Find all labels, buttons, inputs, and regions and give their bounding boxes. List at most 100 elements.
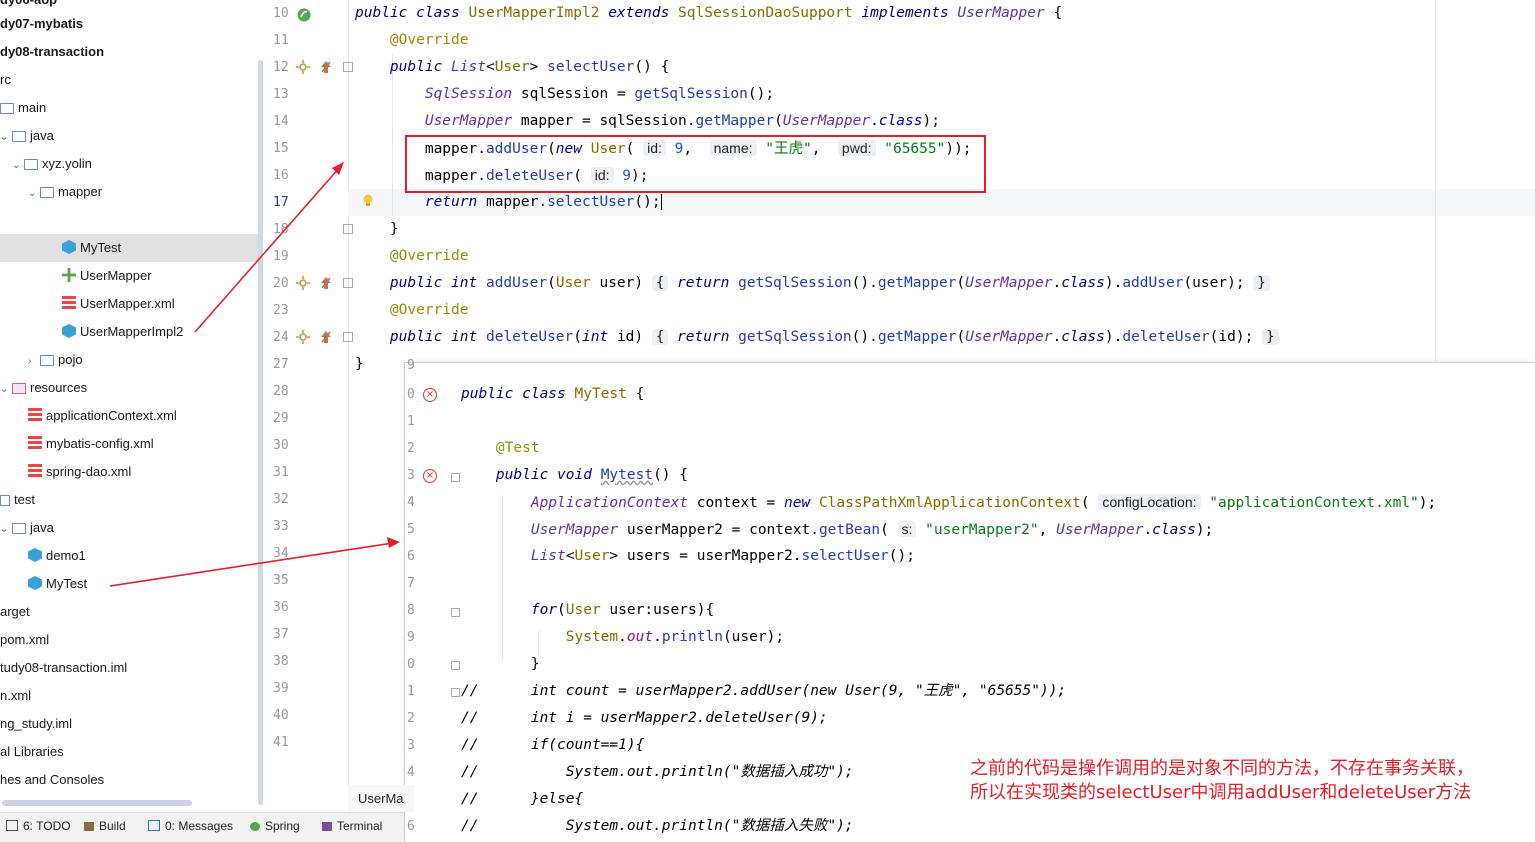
spring-bean-icon[interactable] [296,7,312,23]
tab-todo[interactable]: 6: TODO [6,819,71,833]
error-icon[interactable]: × [423,469,437,483]
code-line[interactable]: System.out.println(user); [461,624,784,651]
fold-icon[interactable] [451,688,460,697]
comment-line[interactable]: // int i = userMapper2.deleteUser(9); [461,705,828,732]
implements-icon[interactable] [319,330,333,344]
tree-item[interactable]: n.xml [0,682,31,710]
tree-item[interactable]: applicationContext.xml [28,402,177,430]
tree-item-label: pojo [58,352,83,367]
tree-item[interactable]: spring-dao.xml [28,458,131,486]
override-method-icon[interactable] [296,330,310,344]
tree-item[interactable]: arget [0,598,30,626]
tree-item[interactable]: ⌄ mapper [28,178,102,206]
todo-icon [6,820,18,831]
error-icon[interactable]: × [423,388,437,402]
tree-item[interactable]: rc [0,66,11,94]
code-line[interactable]: SqlSession sqlSession = getSqlSession(); [355,81,1535,108]
comment-line[interactable]: // System.out.println("数据插入成功"); [461,759,854,786]
comment-line[interactable]: // }else{ [461,786,583,813]
tree-item[interactable]: UserMapper.xml [62,290,175,318]
tree-item[interactable]: UserMapper [62,262,152,290]
chevron-down-icon[interactable]: ⌄ [0,376,12,404]
code-line[interactable]: for(User user:users){ [461,597,714,624]
code-line[interactable]: public List<User> selectUser() { [355,54,1535,81]
vertical-scrollbar[interactable] [258,60,263,805]
fold-icon[interactable] [451,608,460,617]
tree-item[interactable]: demo1 [28,542,86,570]
horizontal-scrollbar[interactable] [2,800,192,806]
fold-icon[interactable] [343,224,353,234]
tree-item[interactable]: dy07-mybatis [0,10,83,38]
tree-item[interactable]: ⌄ xyz.yolin [12,150,92,178]
comment-line[interactable]: // if(count==1){ [461,732,644,759]
tree-item[interactable]: hes and Consoles [0,766,104,794]
tree-item[interactable]: pom.xml [0,626,49,654]
tab-spring[interactable]: Spring [250,819,300,833]
code-line[interactable]: List<User> users = userMapper2.selectUse… [461,543,915,570]
line-number: 28 [273,384,289,399]
tree-item[interactable]: › pojo [28,346,83,374]
override-method-icon[interactable] [296,276,310,290]
class-icon [62,240,76,254]
comment-line[interactable]: // int count = userMapper2.addUser(new U… [461,678,1066,705]
tab-messages[interactable]: 0: Messages [148,819,233,833]
tree-item[interactable]: ng_study.iml [0,710,72,738]
tree-item[interactable]: UserMapperImpl2 [62,318,183,346]
tree-item[interactable]: dy08-transaction [0,38,104,66]
tree-item[interactable]: test [0,486,35,514]
chevron-down-icon[interactable]: ⌄ [0,516,12,544]
chevron-right-icon[interactable]: › [28,348,40,376]
tree-item-label: main [18,100,47,115]
code-line[interactable]: } [461,651,540,678]
tab-build[interactable]: Build [84,819,126,833]
code-line[interactable]: public int addUser(User user) { return g… [355,270,1535,297]
code-line[interactable]: } [355,216,1535,243]
tree-item[interactable]: ⌄ java [0,514,54,542]
line-number: 38 [273,654,289,669]
tree-item[interactable]: tudy08-transaction.iml [0,654,127,682]
chevron-down-icon[interactable]: ⌄ [28,180,40,208]
editor-tab-partial[interactable]: UserMa [348,785,414,812]
line-number: 33 [273,519,289,534]
implements-icon[interactable] [319,276,333,290]
folder-icon [12,523,26,534]
code-line[interactable]: @Override [355,243,1535,270]
tree-item[interactable]: MyTest [28,570,87,598]
fold-icon[interactable] [451,473,460,482]
tab-spring-label: Spring [265,819,300,833]
tree-item-selected[interactable]: MyTest [0,234,262,262]
line-number: 0 [407,657,415,672]
override-method-icon[interactable] [296,60,310,74]
fold-icon[interactable] [451,661,460,670]
code-line[interactable]: UserMapper userMapper2 = context.getBean… [461,516,1213,543]
tree-item[interactable]: al Libraries [0,738,64,766]
code-line[interactable]: @Test [461,435,540,462]
line-number: 7 [407,576,415,591]
tree-item[interactable]: ⌄ java [0,122,54,150]
fold-icon[interactable] [343,62,353,72]
code-line[interactable]: public void Mytest() { [461,462,688,489]
package-icon [24,159,38,170]
code-line[interactable]: @Override [355,297,1535,324]
code-line[interactable]: public int deleteUser(int id) { return g… [355,324,1535,351]
fold-icon[interactable] [343,332,353,342]
tree-item[interactable]: mybatis-config.xml [28,430,154,458]
code-line[interactable]: ApplicationContext context = new ClassPa… [461,489,1436,516]
code-line[interactable]: public class MyTest { [461,381,644,408]
line-number: 2 [407,441,415,456]
comment-line[interactable]: // System.out.println("数据插入失败"); [461,813,854,840]
tab-terminal[interactable]: Terminal [322,819,382,833]
code-line[interactable]: UserMapper mapper = sqlSession.getMapper… [355,108,1535,135]
fold-icon[interactable] [343,278,353,288]
line-number: 0 [407,387,415,402]
chevron-down-icon[interactable]: ⌄ [0,124,12,152]
chevron-down-icon[interactable]: ⌄ [12,152,24,180]
code-line-current[interactable]: return mapper.selectUser(); [355,189,1535,216]
tree-item[interactable]: ⌄ resources [0,374,87,402]
tree-item[interactable]: main [0,94,46,122]
code-line[interactable]: public class UserMapperImpl2 extends Sql… [355,0,1535,27]
code-line[interactable]: @Override [355,27,1535,54]
build-icon [84,822,94,831]
implements-icon[interactable] [319,60,333,74]
resources-folder-icon [12,383,26,394]
